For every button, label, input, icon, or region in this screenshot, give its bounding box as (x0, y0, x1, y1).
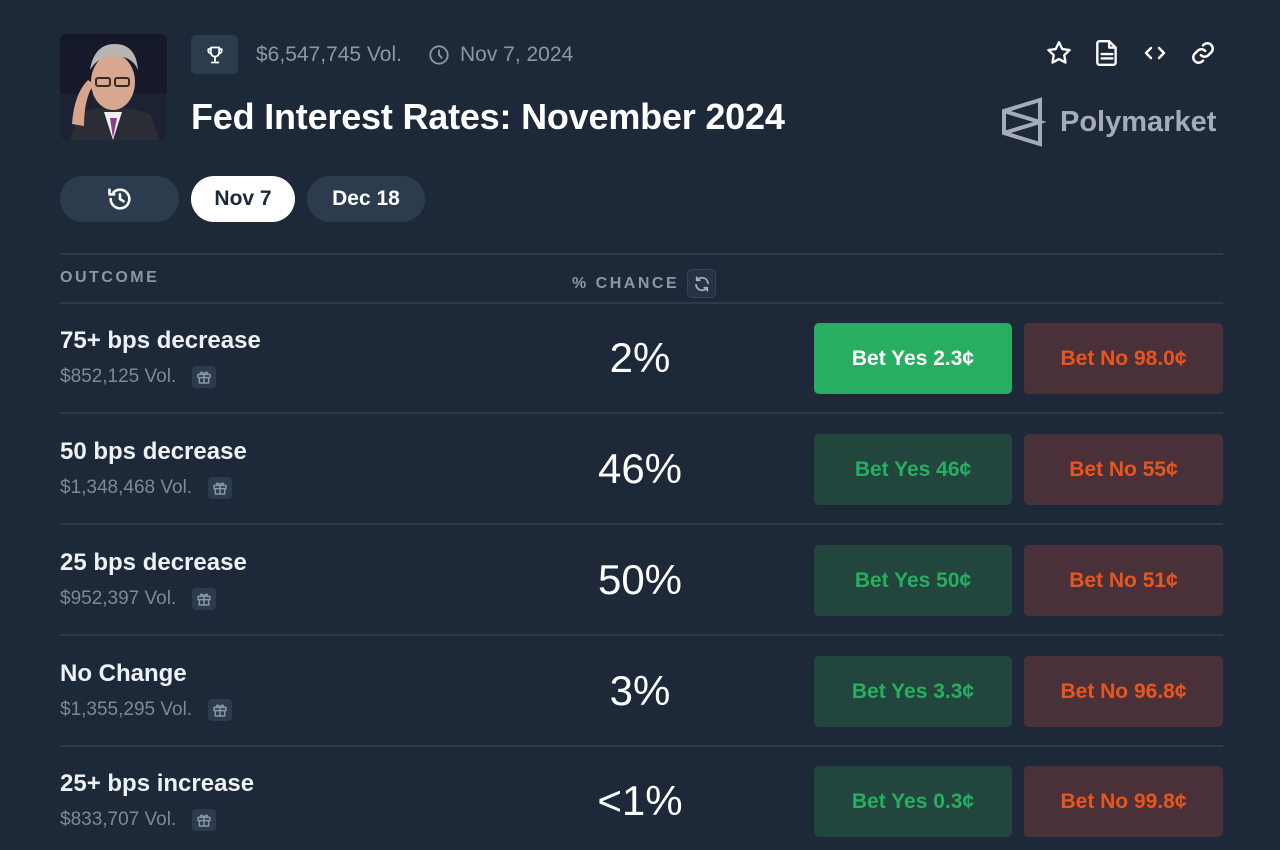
outcome-volume: $833,707 Vol. (60, 809, 177, 830)
market-avatar (60, 34, 167, 140)
column-header-outcome: OUTCOME (60, 269, 160, 286)
refresh-button[interactable] (687, 269, 717, 298)
outcome-name: No Change (60, 660, 187, 687)
outcome-chance: 2% (609, 334, 671, 381)
outcome-name: 75+ bps decrease (60, 327, 261, 354)
market-meta: $6,547,745 Vol. Nov 7, 2024 (191, 35, 573, 74)
outcome-row: 75+ bps decrease $852,125 Vol. 2% Bet Ye… (60, 303, 1223, 413)
bet-no-button[interactable]: Bet No 98.0¢ (1024, 323, 1223, 394)
divider (60, 253, 1223, 255)
outcome-chance: 46% (597, 445, 683, 492)
star-icon (1047, 41, 1071, 64)
market-actions (1044, 38, 1218, 68)
outcome-volume: $952,397 Vol. (60, 588, 177, 609)
page-title: Fed Interest Rates: November 2024 (191, 96, 785, 137)
refresh-icon (694, 275, 709, 292)
brand: Polymarket (1000, 97, 1216, 147)
rewards-badge[interactable] (208, 699, 233, 721)
column-header-chance: % CHANCE (572, 269, 717, 298)
favorite-button[interactable] (1044, 38, 1074, 68)
outcome-row: 25+ bps increase $833,707 Vol. <1% Bet Y… (60, 746, 1223, 850)
trophy-badge[interactable] (191, 35, 238, 74)
portrait-image (60, 34, 167, 140)
outcome-volume: $852,125 Vol. (60, 366, 177, 387)
outcome-row: 25 bps decrease $952,397 Vol. 50% Bet Ye… (60, 525, 1223, 635)
bet-yes-button[interactable]: Bet Yes 46¢ (814, 434, 1012, 505)
rewards-badge[interactable] (192, 588, 217, 610)
bet-yes-button[interactable]: Bet Yes 0.3¢ (814, 766, 1012, 837)
bet-no-button[interactable]: Bet No 51¢ (1024, 545, 1223, 616)
outcome-volume: $1,355,295 Vol. (60, 699, 193, 720)
tab-dec-18[interactable]: Dec 18 (307, 176, 425, 222)
gift-icon (213, 704, 227, 717)
history-tab[interactable] (60, 176, 179, 222)
bet-no-button[interactable]: Bet No 55¢ (1024, 434, 1223, 505)
bet-yes-button[interactable]: Bet Yes 50¢ (814, 545, 1012, 616)
outcome-name: 25 bps decrease (60, 549, 247, 576)
bet-no-button[interactable]: Bet No 99.8¢ (1024, 766, 1223, 837)
outcome-row: No Change $1,355,295 Vol. 3% Bet Yes 3.3… (60, 636, 1223, 746)
clock-icon (428, 44, 450, 66)
gift-icon (197, 814, 211, 827)
total-volume: $6,547,745 Vol. (256, 42, 402, 66)
end-date: Nov 7, 2024 (459, 42, 574, 66)
tab-nov-7[interactable]: Nov 7 (191, 176, 295, 222)
link-icon (1192, 42, 1214, 64)
outcome-chance: 3% (609, 667, 671, 714)
date-tabs: Nov 7 Dec 18 (60, 176, 425, 222)
bet-yes-button[interactable]: Bet Yes 3.3¢ (814, 656, 1012, 727)
trophy-icon (206, 46, 223, 63)
outcome-chance: 50% (597, 556, 683, 603)
outcome-volume: $1,348,468 Vol. (60, 477, 193, 498)
rules-button[interactable] (1092, 38, 1122, 68)
bet-yes-button[interactable]: Bet Yes 2.3¢ (814, 323, 1012, 394)
rewards-badge[interactable] (192, 366, 217, 388)
bet-no-button[interactable]: Bet No 96.8¢ (1024, 656, 1223, 727)
embed-button[interactable] (1140, 38, 1170, 68)
polymarket-logo-icon (1002, 97, 1046, 147)
gift-icon (197, 593, 211, 606)
column-header-chance-label: % CHANCE (572, 274, 680, 292)
document-icon (1096, 39, 1117, 67)
rewards-badge[interactable] (208, 477, 233, 499)
outcome-name: 25+ bps increase (60, 770, 255, 797)
code-icon (1144, 46, 1166, 60)
copy-link-button[interactable] (1188, 38, 1218, 68)
outcome-name: 50 bps decrease (60, 438, 247, 465)
gift-icon (197, 371, 211, 384)
outcome-row: 50 bps decrease $1,348,468 Vol. 46% Bet … (60, 414, 1223, 524)
brand-name: Polymarket (1060, 105, 1217, 138)
outcome-chance: <1% (597, 777, 683, 824)
history-icon (107, 188, 131, 210)
gift-icon (213, 482, 227, 495)
rewards-badge[interactable] (192, 809, 217, 831)
